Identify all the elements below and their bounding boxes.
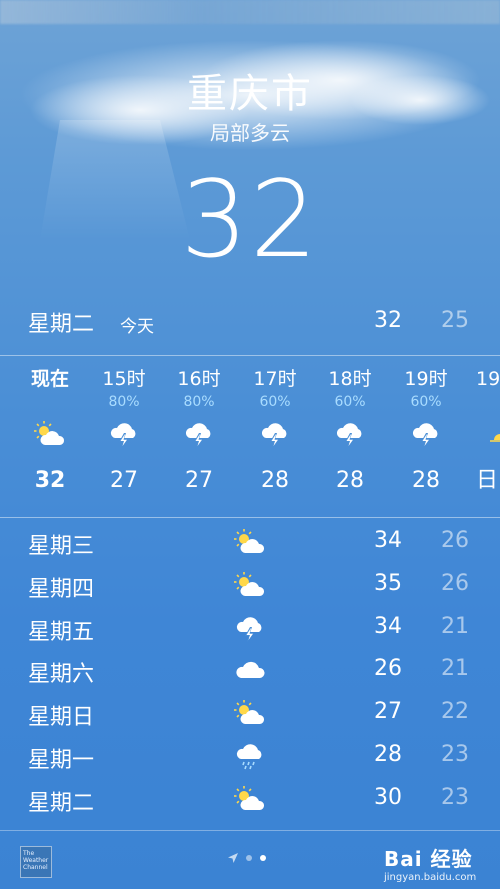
hour-temp: 32 bbox=[34, 468, 66, 493]
precip-chance bbox=[476, 394, 500, 410]
page-dot bbox=[246, 855, 252, 861]
watermark-brand: Bai 经验 bbox=[384, 847, 473, 871]
precip-chance: 80% bbox=[108, 394, 140, 410]
day-high: 26 bbox=[374, 656, 402, 682]
hourly-item: 16时 80% 27 bbox=[161, 356, 237, 498]
logo-line: Channel bbox=[23, 864, 48, 871]
hour-temp: 27 bbox=[110, 468, 138, 493]
location-header: 重庆市 局部多云 bbox=[0, 68, 500, 146]
logo-line: The bbox=[23, 850, 35, 857]
current-temperature: 32 bbox=[180, 158, 320, 281]
day-high: 28 bbox=[374, 741, 402, 767]
hourly-forecast-strip[interactable]: 现在 32 15时 80% 27 16时 80% 27 17时 60% 28 1… bbox=[0, 356, 500, 516]
hour-temp: 28 bbox=[412, 468, 440, 493]
day-name: 星期一 bbox=[28, 747, 95, 773]
page-indicator[interactable] bbox=[228, 853, 266, 863]
day-name: 星期三 bbox=[28, 534, 95, 559]
day-low: 23 bbox=[441, 741, 469, 767]
logo-line: Weather bbox=[23, 857, 49, 864]
day-high: 34 bbox=[374, 613, 402, 639]
daily-row: 星期一 28 23 bbox=[0, 736, 500, 779]
hour-label: 17时 bbox=[253, 368, 297, 390]
day-low: 22 bbox=[441, 699, 469, 725]
hour-label: 16时 bbox=[177, 368, 221, 390]
day-high: 35 bbox=[374, 570, 402, 596]
sun-cloud-icon bbox=[232, 569, 268, 601]
daily-forecast-list[interactable]: 星期三 34 26 星期四 35 26 星期五 34 21 星期六 26 21 … bbox=[0, 522, 500, 822]
cloud-icon bbox=[232, 654, 268, 686]
day-name: 星期六 bbox=[28, 662, 95, 688]
sun-cloud-icon bbox=[12, 410, 88, 458]
precip-chance: 80% bbox=[183, 394, 215, 410]
sun-cloud-icon bbox=[232, 526, 268, 558]
thunderstorm-icon bbox=[237, 410, 313, 458]
day-high: 34 bbox=[374, 528, 402, 553]
day-name: 星期二 bbox=[28, 790, 95, 816]
city-name: 重庆市 bbox=[187, 71, 313, 117]
hour-label: 15时 bbox=[102, 368, 146, 390]
day-high: 27 bbox=[374, 699, 402, 725]
day-low: 21 bbox=[441, 613, 469, 639]
daily-row: 星期三 34 26 bbox=[0, 522, 500, 565]
thunderstorm-icon bbox=[312, 410, 388, 458]
daily-row: 星期五 34 21 bbox=[0, 608, 500, 651]
today-low: 25 bbox=[441, 308, 469, 333]
precip-chance: 60% bbox=[259, 394, 291, 410]
day-low: 26 bbox=[441, 570, 469, 596]
hour-temp: 27 bbox=[185, 468, 213, 493]
watermark-url: jingyan.baidu.com bbox=[384, 872, 477, 883]
precip-chance: 60% bbox=[410, 394, 442, 410]
today-high: 32 bbox=[374, 308, 402, 333]
rain-icon bbox=[232, 740, 268, 772]
hourly-item: 现在 32 bbox=[12, 356, 88, 498]
day-low: 26 bbox=[441, 528, 469, 553]
sunset-icon bbox=[476, 410, 500, 458]
location-arrow-icon bbox=[228, 853, 238, 863]
precip-chance bbox=[12, 394, 88, 410]
status-bar bbox=[0, 0, 500, 24]
hour-label: 19时 bbox=[404, 368, 448, 390]
hour-label: 18时 bbox=[328, 368, 372, 390]
today-tag: 今天 bbox=[120, 317, 154, 337]
sun-cloud-icon bbox=[232, 697, 268, 729]
hour-label: 19 bbox=[476, 368, 500, 390]
thunderstorm-icon bbox=[232, 612, 268, 644]
weather-channel-logo[interactable]: The Weather Channel bbox=[20, 846, 52, 878]
hour-temp: 28 bbox=[336, 468, 364, 493]
daily-row: 星期日 27 22 bbox=[0, 693, 500, 736]
day-low: 21 bbox=[441, 656, 469, 682]
bottom-toolbar: The Weather Channel Bai 经验 jingyan.baidu… bbox=[0, 830, 500, 889]
divider bbox=[0, 517, 500, 518]
daily-row: 星期六 26 21 bbox=[0, 650, 500, 693]
sun-cloud-icon bbox=[232, 783, 268, 815]
day-low: 23 bbox=[441, 784, 469, 810]
hourly-item: 15时 80% 27 bbox=[86, 356, 162, 498]
current-condition: 局部多云 bbox=[210, 121, 290, 145]
baidu-watermark: Bai 经验 jingyan.baidu.com bbox=[384, 843, 494, 883]
day-name: 星期五 bbox=[28, 619, 95, 645]
thunderstorm-icon bbox=[161, 410, 237, 458]
precip-chance: 60% bbox=[334, 394, 366, 410]
day-name: 星期日 bbox=[28, 705, 95, 731]
page-dot-active bbox=[260, 855, 266, 861]
hour-temp: 28 bbox=[261, 468, 289, 493]
hour-temp: 日 bbox=[476, 468, 499, 493]
today-day: 星期二 bbox=[28, 312, 95, 337]
thunderstorm-icon bbox=[86, 410, 162, 458]
hourly-item: 17时 60% 28 bbox=[237, 356, 313, 498]
thunderstorm-icon bbox=[388, 410, 464, 458]
today-summary-row: 星期二 今天 32 25 bbox=[0, 300, 500, 344]
daily-row: 星期二 30 23 bbox=[0, 779, 500, 822]
day-name: 星期四 bbox=[28, 576, 95, 602]
hourly-item: 19 日 bbox=[464, 356, 500, 498]
hourly-item: 19时 60% 28 bbox=[388, 356, 464, 498]
daily-row: 星期四 35 26 bbox=[0, 565, 500, 608]
hour-label: 现在 bbox=[30, 368, 69, 390]
day-high: 30 bbox=[374, 784, 402, 810]
hourly-item: 18时 60% 28 bbox=[312, 356, 388, 498]
